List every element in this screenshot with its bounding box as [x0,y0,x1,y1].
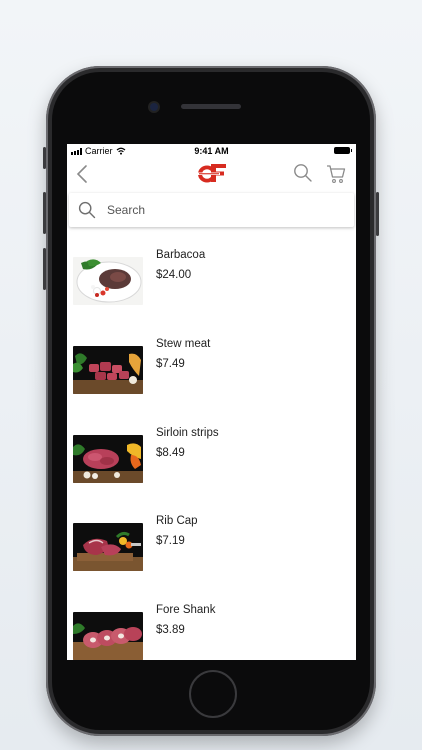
product-list: Barbacoa $24.00 Stew meat $7.49 Sirloin … [67,237,356,660]
product-item-barbacoa[interactable]: Barbacoa $24.00 [67,237,356,326]
product-price: $24.00 [156,269,192,281]
brand-logo-icon [198,164,226,183]
earpiece-speaker [181,104,241,109]
volume-up-button [43,192,46,234]
product-name: Stew meat [156,337,211,350]
product-image-fore-shank [73,612,143,660]
product-item-sirloin-strips[interactable]: Sirloin strips $8.49 [67,415,356,504]
product-item-rib-cap[interactable]: Rib Cap $7.19 [67,503,356,592]
product-image-sirloin-strips [73,434,143,483]
product-item-stew-meat[interactable]: Stew meat $7.49 [67,326,356,415]
product-price: $8.49 [156,446,185,459]
product-price: $7.49 [156,357,185,370]
search-bar[interactable]: Search [69,193,354,227]
nav-bar [67,158,356,190]
search-field-icon [78,201,96,219]
front-camera [150,103,158,111]
product-price: $7.19 [156,535,185,548]
app-screen: Carrier 9:41 AM Search Barbacoa $24.00 S… [67,144,356,660]
product-image-rib-cap [73,523,143,572]
power-button [376,192,379,236]
search-placeholder[interactable]: Search [107,203,145,217]
volume-down-button [43,248,46,290]
product-name: Fore Shank [156,604,216,617]
product-name: Sirloin strips [156,426,219,439]
product-name: Barbacoa [156,249,206,261]
search-icon[interactable] [293,163,313,183]
status-time: 9:41 AM [194,146,229,156]
product-name: Rib Cap [156,515,198,528]
product-image-stew-meat [73,345,143,394]
product-item-fore-shank[interactable]: Fore Shank $3.89 [67,592,356,660]
home-button[interactable] [189,670,237,718]
status-bar: Carrier 9:41 AM [67,144,356,158]
battery-icon [334,147,352,154]
mute-switch [43,147,46,169]
chevron-left-icon[interactable] [75,164,89,184]
product-image-barbacoa [73,257,143,305]
product-price: $3.89 [156,624,185,637]
cart-icon[interactable] [326,164,346,184]
